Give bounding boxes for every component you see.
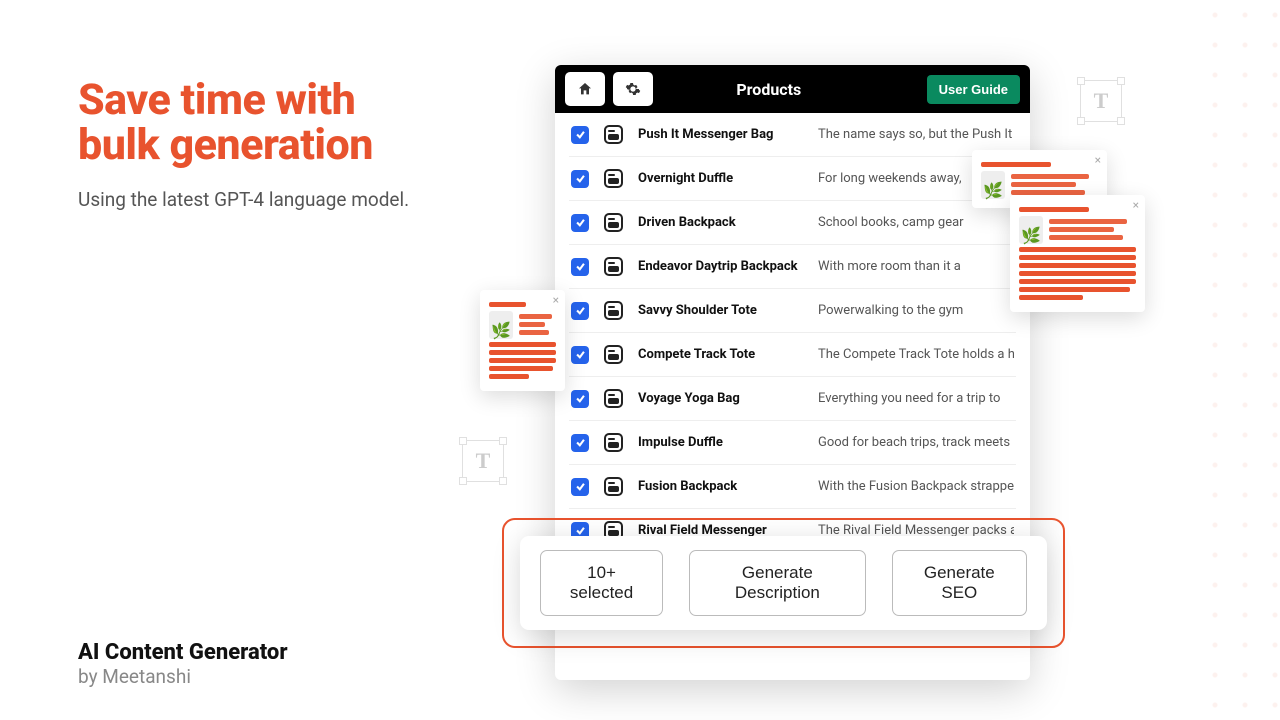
row-checkbox[interactable] bbox=[571, 214, 589, 232]
product-name: Overnight Duffle bbox=[638, 171, 803, 186]
generate-seo-button[interactable]: Generate SEO bbox=[892, 550, 1027, 616]
headline-block: Save time with bulk generation Using the… bbox=[78, 78, 508, 211]
generate-description-button[interactable]: Generate Description bbox=[689, 550, 866, 616]
product-thumb-icon bbox=[604, 389, 623, 408]
product-name: Savvy Shoulder Tote bbox=[638, 303, 803, 318]
product-name: Impulse Duffle bbox=[638, 435, 803, 450]
table-row[interactable]: Push It Messenger Bag The name says so, b… bbox=[569, 113, 1016, 157]
table-row[interactable]: Overnight DuffleFor long weekends away, bbox=[569, 157, 1016, 201]
product-name: Fusion Backpack bbox=[638, 479, 803, 494]
page-title: Save time with bulk generation bbox=[78, 78, 508, 168]
product-desc: The name says so, but the Push It bbox=[818, 127, 1014, 142]
row-checkbox[interactable] bbox=[571, 258, 589, 276]
plant-icon: 🌿 bbox=[489, 311, 513, 339]
product-name: Voyage Yoga Bag bbox=[638, 391, 803, 406]
product-desc: School books, camp gear bbox=[818, 215, 1014, 230]
home-button[interactable] bbox=[565, 72, 605, 106]
product-name: Compete Track Tote bbox=[638, 347, 803, 362]
close-icon[interactable]: × bbox=[1095, 153, 1101, 167]
plant-icon: 🌿 bbox=[981, 171, 1005, 199]
row-checkbox[interactable] bbox=[571, 126, 589, 144]
product-desc: The Compete Track Tote holds a h bbox=[818, 347, 1014, 362]
table-row[interactable]: Savvy Shoulder Tote Powerwalking to the g… bbox=[569, 289, 1016, 333]
product-desc: Powerwalking to the gym bbox=[818, 303, 1014, 318]
table-row[interactable]: Fusion Backpack With the Fusion Backpack … bbox=[569, 465, 1016, 509]
bulk-action-frame: 10+ selected Generate Description Genera… bbox=[502, 518, 1065, 648]
bg-pattern bbox=[1200, 0, 1280, 720]
row-checkbox[interactable] bbox=[571, 346, 589, 364]
app-title: Products bbox=[611, 80, 927, 99]
close-icon[interactable]: × bbox=[553, 293, 559, 307]
app-header: Products User Guide bbox=[555, 65, 1030, 113]
product-name: Driven Backpack bbox=[638, 215, 803, 230]
product-thumb-icon bbox=[604, 169, 623, 188]
user-guide-button[interactable]: User Guide bbox=[927, 75, 1020, 104]
product-desc: Good for beach trips, track meets bbox=[818, 435, 1014, 450]
brand-sub: by Meetanshi bbox=[78, 665, 288, 688]
product-thumb-icon bbox=[604, 213, 623, 232]
product-list: Push It Messenger Bag The name says so, b… bbox=[555, 113, 1030, 553]
product-thumb-icon bbox=[604, 345, 623, 364]
text-frame-icon: T bbox=[462, 440, 504, 482]
product-desc: Everything you need for a trip to bbox=[818, 391, 1014, 406]
table-row[interactable]: Compete Track Tote The Compete Track Tote… bbox=[569, 333, 1016, 377]
brand-title: AI Content Generator bbox=[78, 640, 288, 665]
table-row[interactable]: Impulse Duffle Good for beach trips, trac… bbox=[569, 421, 1016, 465]
table-row[interactable]: Driven Backpack School books, camp gear bbox=[569, 201, 1016, 245]
product-name: Endeavor Daytrip Backpack bbox=[638, 259, 803, 274]
product-name: Push It Messenger Bag bbox=[638, 127, 803, 142]
row-checkbox[interactable] bbox=[571, 302, 589, 320]
product-thumb-icon bbox=[604, 433, 623, 452]
table-row[interactable]: Endeavor Daytrip Backpack With more room … bbox=[569, 245, 1016, 289]
product-thumb-icon bbox=[604, 257, 623, 276]
product-thumb-icon bbox=[604, 125, 623, 144]
product-thumb-icon bbox=[604, 477, 623, 496]
row-checkbox[interactable] bbox=[571, 390, 589, 408]
row-checkbox[interactable] bbox=[571, 434, 589, 452]
product-thumb-icon bbox=[604, 301, 623, 320]
close-icon[interactable]: × bbox=[1133, 198, 1139, 212]
preview-card: × 🌿 bbox=[1010, 195, 1145, 312]
text-frame-icon: T bbox=[1080, 80, 1122, 122]
plant-icon: 🌿 bbox=[1019, 216, 1043, 244]
selected-count-pill[interactable]: 10+ selected bbox=[540, 550, 663, 616]
bulk-action-bar: 10+ selected Generate Description Genera… bbox=[520, 536, 1047, 630]
row-checkbox[interactable] bbox=[571, 478, 589, 496]
home-icon bbox=[577, 81, 593, 97]
page-subtitle: Using the latest GPT-4 language model. bbox=[78, 188, 508, 211]
preview-card: × 🌿 bbox=[480, 290, 565, 391]
product-desc: With more room than it a bbox=[818, 259, 1014, 274]
table-row[interactable]: Voyage Yoga Bag Everything you need for a… bbox=[569, 377, 1016, 421]
product-desc: With the Fusion Backpack strappe bbox=[818, 479, 1014, 494]
brand-block: AI Content Generator by Meetanshi bbox=[78, 640, 288, 688]
row-checkbox[interactable] bbox=[571, 170, 589, 188]
